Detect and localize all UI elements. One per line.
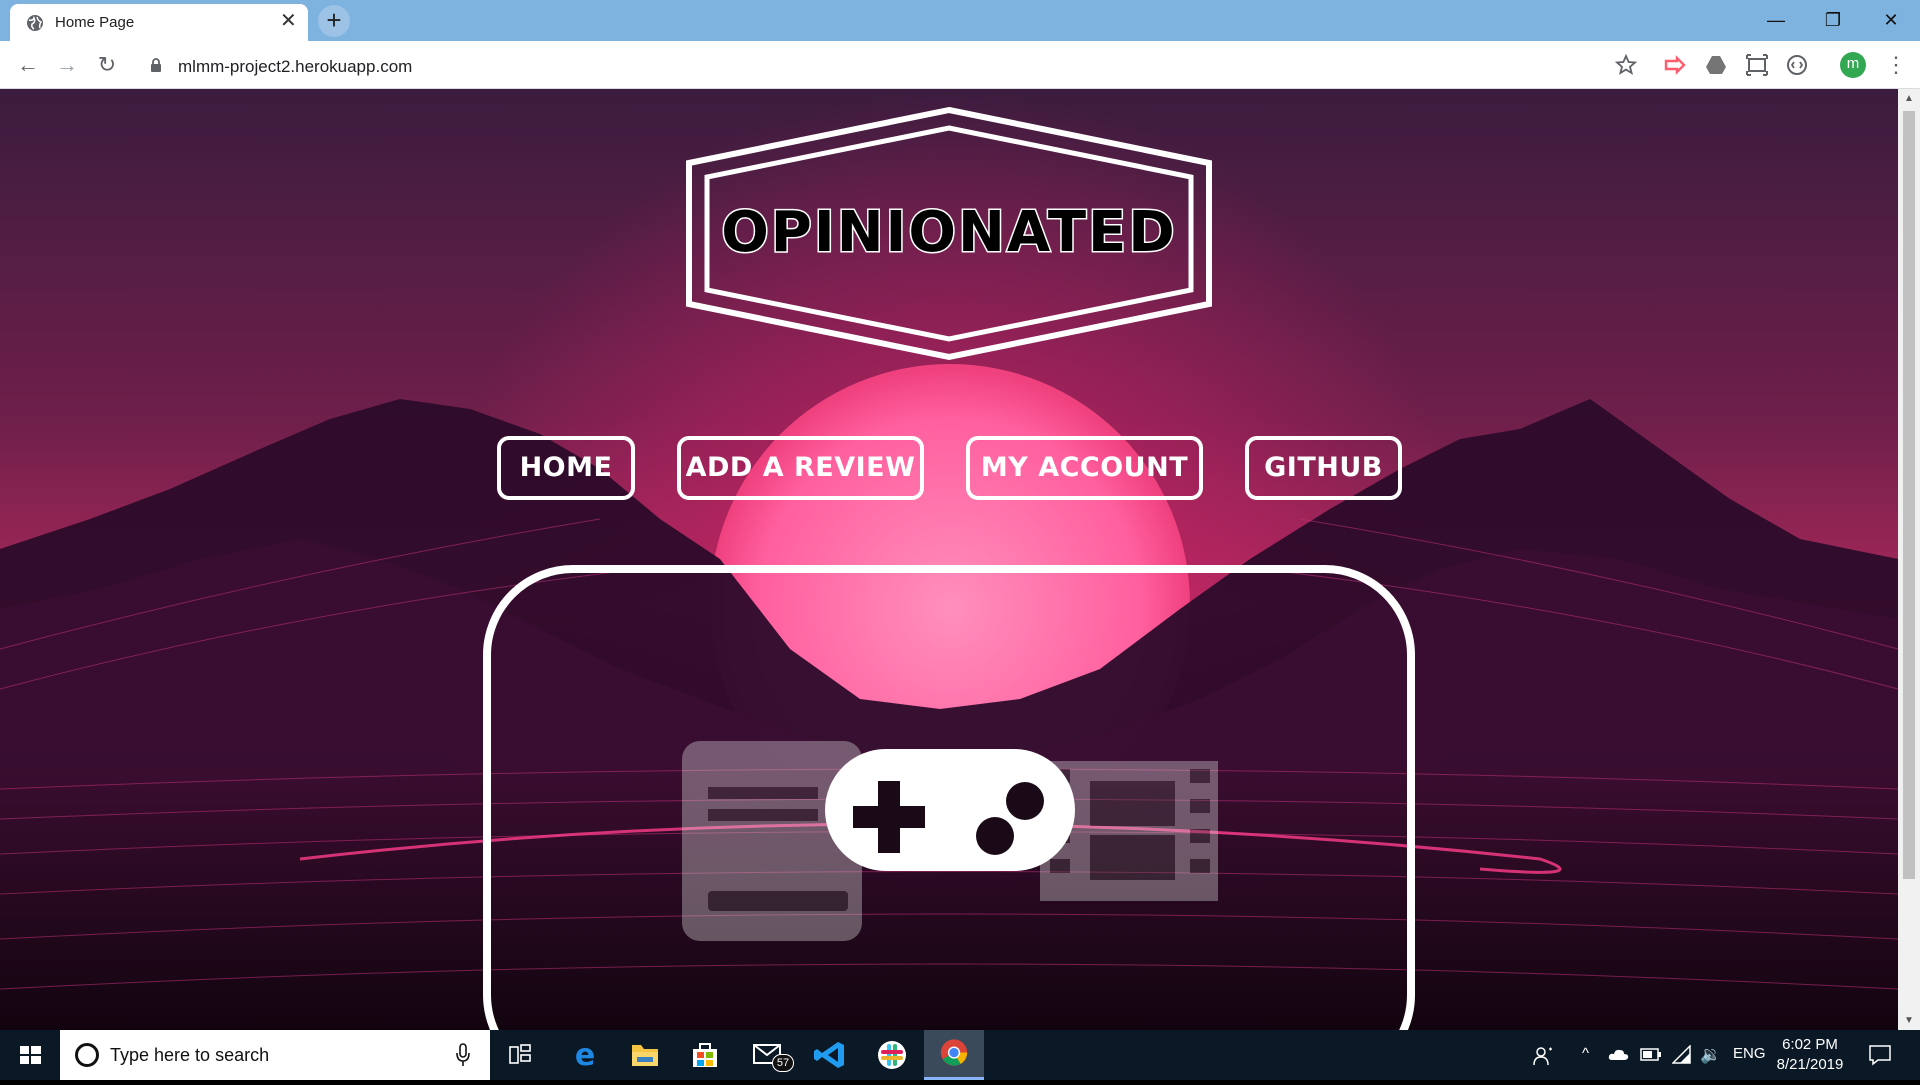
restore-button[interactable]: ❐ (1810, 4, 1856, 36)
edge-browser-icon[interactable]: e (555, 1030, 615, 1080)
browser-toolbar: ← → ↻ mlmm-project2.herokuapp.com m ⋮ (0, 41, 1920, 89)
nav-github-link[interactable]: GITHUB (1245, 436, 1402, 500)
scroll-down-icon[interactable]: ▼ (1904, 1015, 1914, 1026)
close-window-button[interactable]: ✕ (1868, 4, 1914, 36)
nav-my-account-link[interactable]: MY ACCOUNT (966, 436, 1203, 500)
mail-badge: 57 (772, 1054, 794, 1072)
battery-icon[interactable] (1640, 1048, 1662, 1061)
onedrive-icon[interactable] (1608, 1047, 1630, 1061)
logo-text: OPINIONATED (721, 200, 1177, 265)
profile-avatar[interactable]: m (1840, 52, 1866, 78)
clock-date: 8/21/2019 (1776, 1056, 1844, 1073)
screenshot-icon[interactable] (1745, 53, 1769, 77)
task-view-icon[interactable] (490, 1030, 550, 1080)
minimize-button[interactable]: — (1753, 4, 1799, 36)
vscode-icon[interactable] (800, 1030, 860, 1080)
language-indicator[interactable]: ENG (1733, 1045, 1766, 1062)
windows-start-icon[interactable] (0, 1030, 60, 1080)
cortana-icon (75, 1043, 99, 1067)
microphone-icon[interactable] (455, 1043, 471, 1067)
media-icons-graphic (682, 741, 1218, 941)
browser-menu-icon[interactable]: ⋮ (1885, 51, 1907, 79)
globe-icon (27, 15, 43, 31)
back-arrow-icon[interactable]: ← (14, 51, 42, 79)
address-bar[interactable]: mlmm-project2.herokuapp.com (140, 48, 1630, 84)
nav-add-review-link[interactable]: ADD A REVIEW (677, 436, 924, 500)
page-viewport: OPINIONATED HOME ADD A REVIEW MY ACCOUNT… (0, 89, 1898, 1030)
lock-icon (151, 58, 161, 72)
reload-icon[interactable]: ↻ (93, 51, 121, 79)
taskbar-search-box[interactable]: Type here to search (60, 1030, 490, 1080)
url-text: mlmm-project2.herokuapp.com (178, 57, 413, 76)
scrollbar-thumb[interactable] (1903, 111, 1915, 879)
tab-close-button[interactable]: ✕ (280, 11, 297, 31)
taskbar-clock[interactable]: 6:02 PM 8/21/2019 (1770, 1035, 1850, 1075)
forward-arrow-icon[interactable]: → (53, 51, 81, 79)
show-hidden-icons-icon[interactable]: ^ (1582, 1045, 1589, 1062)
drive-icon[interactable] (1704, 53, 1728, 77)
action-center-icon[interactable] (1868, 1043, 1892, 1067)
browser-tab[interactable]: Home Page ✕ (10, 4, 308, 41)
clock-time: 6:02 PM (1782, 1036, 1838, 1053)
svg-text:e: e (575, 1038, 595, 1073)
browser-title-bar: Home Page ✕ + — ❐ ✕ (0, 0, 1920, 41)
cast-extension-icon[interactable] (1663, 53, 1687, 77)
windows-taskbar: Type here to search e 57 ^ 🔉 ENG 6:02 PM… (0, 1030, 1920, 1080)
file-explorer-icon[interactable] (615, 1030, 675, 1080)
mail-app[interactable]: 57 (738, 1030, 798, 1080)
scroll-up-icon[interactable]: ▲ (1904, 93, 1914, 104)
chrome-icon[interactable] (924, 1030, 984, 1080)
wifi-icon[interactable] (1672, 1045, 1692, 1065)
store-icon[interactable] (675, 1030, 735, 1080)
site-logo[interactable]: OPINIONATED (669, 106, 1229, 376)
new-tab-button[interactable]: + (318, 5, 350, 37)
game-controller-icon (825, 749, 1075, 871)
search-placeholder: Type here to search (110, 1045, 270, 1065)
people-icon[interactable] (1532, 1045, 1554, 1067)
slack-icon[interactable] (862, 1030, 922, 1080)
extension-icon[interactable] (1785, 53, 1809, 77)
bookmark-star-icon[interactable] (1614, 53, 1638, 77)
tab-title: Home Page (55, 14, 135, 31)
page-scrollbar[interactable]: ▲ ▼ (1898, 89, 1920, 1030)
volume-icon[interactable]: 🔉 (1700, 1045, 1721, 1065)
nav-home-link[interactable]: HOME (497, 436, 635, 500)
